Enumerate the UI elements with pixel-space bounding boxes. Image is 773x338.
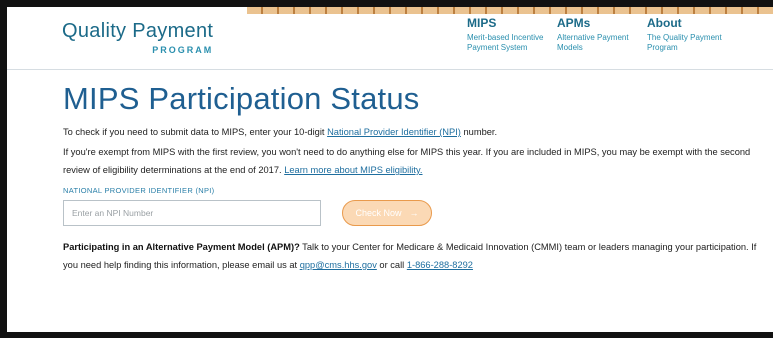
intro-text-before: To check if you need to submit data to M…	[63, 127, 328, 137]
npi-form: Check Now →	[63, 200, 763, 226]
npi-info-link[interactable]: National Provider Identifier (NPI)	[327, 127, 461, 137]
arrow-right-icon: →	[409, 208, 419, 218]
mips-eligibility-link[interactable]: Learn more about MIPS eligibility.	[284, 165, 422, 175]
nav-subtitle-apms: Alternative Payment Models	[557, 33, 629, 52]
nav-item-mips[interactable]: MIPS Merit-based Incentive Payment Syste…	[467, 16, 557, 53]
apm-heading: Participating in an Alternative Payment …	[63, 242, 300, 252]
site-header: Quality Payment PROGRAM MIPS Merit-based…	[7, 7, 773, 69]
main-nav: MIPS Merit-based Incentive Payment Syste…	[467, 16, 737, 53]
header-divider	[7, 69, 773, 70]
nav-title-mips: MIPS	[467, 16, 497, 30]
logo-sub-text: PROGRAM	[152, 45, 214, 55]
apm-or-text: or call	[376, 260, 407, 270]
apm-paragraph: Participating in an Alternative Payment …	[63, 238, 763, 274]
header-banner-image	[247, 7, 773, 14]
main-content: MIPS Participation Status To check if yo…	[63, 81, 763, 274]
nav-item-apms[interactable]: APMs Alternative Payment Models	[557, 16, 647, 53]
browser-frame: Quality Payment PROGRAM MIPS Merit-based…	[0, 0, 773, 338]
nav-subtitle-mips: Merit-based Incentive Payment System	[467, 33, 544, 52]
nav-title-apms: APMs	[557, 16, 591, 30]
intro-text-after: number.	[460, 127, 498, 137]
exempt-paragraph: If you're exempt from MIPS with the firs…	[63, 143, 763, 179]
intro-paragraph: To check if you need to submit data to M…	[63, 123, 763, 141]
qpp-logo[interactable]: Quality Payment PROGRAM	[62, 21, 213, 55]
page-title: MIPS Participation Status	[63, 81, 420, 116]
nav-subtitle-about: The Quality Payment Program	[647, 33, 722, 52]
phone-link[interactable]: 1-866-288-8292	[407, 260, 473, 270]
npi-input[interactable]	[63, 200, 321, 226]
nav-title-about: About	[647, 16, 682, 30]
logo-main-text: Quality Payment	[62, 20, 214, 42]
email-link[interactable]: qpp@cms.hhs.gov	[300, 260, 377, 270]
nav-item-about[interactable]: About The Quality Payment Program	[647, 16, 737, 53]
check-now-button[interactable]: Check Now →	[342, 200, 432, 226]
npi-field-label: NATIONAL PROVIDER IDENTIFIER (NPI)	[63, 186, 215, 195]
check-now-label: Check Now	[355, 208, 402, 218]
